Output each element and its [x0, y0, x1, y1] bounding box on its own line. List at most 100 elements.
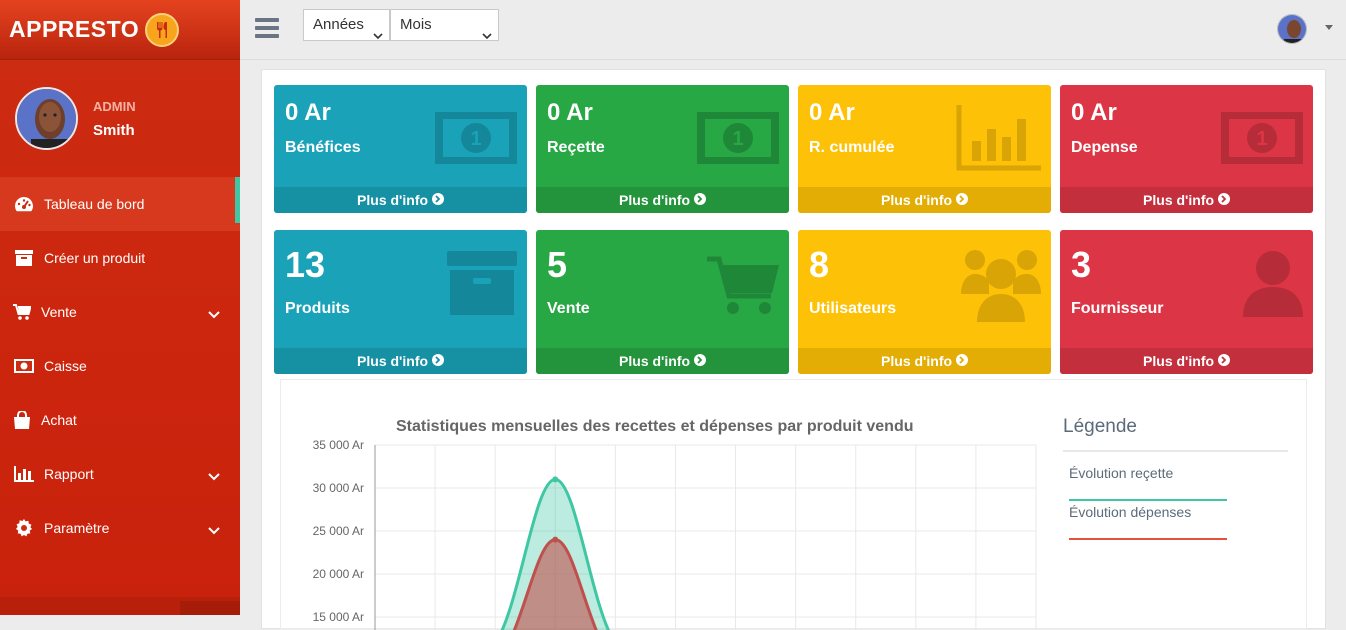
y-tick-label: 15 000 Ar [313, 610, 364, 624]
arrow-circle-right-icon [693, 193, 706, 205]
stat-value: 5 [547, 244, 568, 285]
stat-label: Reçette [547, 139, 605, 156]
chevron-down-icon [208, 468, 220, 484]
chevron-down-icon [482, 21, 492, 51]
series-point [552, 536, 559, 543]
stat-box-recette-cumulee: 0 Ar R. cumulée Plus d'info [798, 85, 1051, 213]
stat-label: Bénéfices [285, 139, 361, 156]
sidebar-collapse-button[interactable] [180, 601, 240, 615]
shopping-bag-icon [13, 411, 31, 429]
stat-box-depense: 0 Ar Depense 1 Plus d'info [1060, 85, 1313, 213]
sidebar-item-label: Caisse [44, 358, 87, 374]
user-menu-avatar[interactable] [1277, 14, 1307, 44]
stat-label: Produits [285, 300, 350, 317]
sidebar-item-parametre[interactable]: Paramètre [0, 501, 240, 555]
arrow-circle-right-icon [431, 354, 444, 366]
sidebar-item-label: Rapport [44, 466, 94, 482]
menu-toggle-icon[interactable] [255, 18, 279, 38]
chart-card: Statistiques mensuelles des recettes et … [280, 379, 1307, 630]
y-tick-label: 35 000 Ar [313, 438, 364, 452]
stat-label: R. cumulée [809, 139, 895, 156]
legend-divider [1063, 450, 1288, 452]
sidebar-item-vente[interactable]: Vente [0, 285, 240, 339]
user-icon [1243, 251, 1303, 322]
chevron-down-icon [373, 21, 383, 51]
more-info-link[interactable]: Plus d'info [274, 187, 527, 213]
money-bill-icon: 1 [697, 110, 779, 171]
sidebar-item-label: Créer un produit [44, 250, 146, 266]
stat-label: Vente [547, 300, 590, 317]
month-select-value: Mois [400, 16, 432, 33]
restaurant-logo-icon [145, 12, 180, 47]
svg-text:1: 1 [470, 128, 481, 150]
stat-value: 0 Ar [809, 99, 855, 126]
bar-chart-icon [956, 105, 1041, 176]
stat-value: 0 Ar [285, 99, 331, 126]
more-info-link[interactable]: Plus d'info [274, 348, 527, 374]
user-panel: ADMIN Smith [0, 60, 240, 177]
area-chart: 35 000 Ar 30 000 Ar 25 000 Ar 20 000 Ar 15 0… [313, 438, 1037, 630]
sidebar-item-rapport[interactable]: Rapport [0, 447, 240, 501]
sidebar-item-achat[interactable]: Achat [0, 393, 240, 447]
arrow-circle-right-icon [1217, 193, 1230, 205]
stat-label: Depense [1071, 139, 1138, 156]
year-select[interactable]: Années [303, 9, 390, 41]
svg-text:1: 1 [732, 128, 743, 150]
users-icon [961, 246, 1041, 327]
sidebar-nav: Tableau de bord Créer un produit Vente C… [0, 177, 240, 555]
y-tick-label: 30 000 Ar [313, 481, 364, 495]
brand-name: APPRESTO [9, 16, 140, 42]
archive-icon [13, 250, 35, 266]
series-point [552, 476, 559, 483]
money-bill-icon: 1 [1221, 110, 1303, 171]
stat-value: 13 [285, 244, 326, 285]
svg-text:1: 1 [1256, 128, 1267, 150]
user-name: Smith [93, 121, 135, 139]
legend-line-recette [1069, 499, 1227, 501]
chevron-down-icon [208, 306, 220, 322]
arrow-circle-right-icon [693, 354, 706, 366]
stat-box-recette: 0 Ar Reçette 1 Plus d'info [536, 85, 789, 213]
more-info-link[interactable]: Plus d'info [536, 348, 789, 374]
y-tick-label: 25 000 Ar [313, 524, 364, 538]
stat-box-vente: 5 Vente Plus d'info [536, 230, 789, 374]
legend-title: Légende [1063, 416, 1137, 437]
sidebar-item-label: Tableau de bord [44, 196, 145, 212]
more-info-link[interactable]: Plus d'info [798, 348, 1051, 374]
archive-icon [447, 251, 517, 320]
legend-item-depenses[interactable]: Évolution dépenses [1069, 504, 1191, 520]
cart-icon [13, 304, 31, 320]
month-select[interactable]: Mois [390, 9, 499, 41]
year-select-value: Années [313, 16, 364, 33]
stat-box-benefices: 0 Ar Bénéfices 1 Plus d'info [274, 85, 527, 213]
more-info-link[interactable]: Plus d'info [1060, 348, 1313, 374]
legend-item-recette[interactable]: Évolution reçette [1069, 465, 1173, 481]
arrow-circle-right-icon [955, 354, 968, 366]
more-info-link[interactable]: Plus d'info [798, 187, 1051, 213]
stat-box-produits: 13 Produits Plus d'info [274, 230, 527, 374]
arrow-circle-right-icon [955, 193, 968, 205]
stat-box-fournisseur: 3 Fournisseur Plus d'info [1060, 230, 1313, 374]
sidebar-item-label: Paramètre [44, 520, 110, 536]
more-info-link[interactable]: Plus d'info [536, 187, 789, 213]
stat-label: Fournisseur [1071, 300, 1164, 317]
dashboard-icon [13, 196, 35, 212]
stat-value: 0 Ar [1071, 99, 1117, 126]
sidebar-item-caisse[interactable]: Caisse [0, 339, 240, 393]
stat-label: Utilisateurs [809, 300, 897, 317]
sidebar: APPRESTO ADMIN Smith Tableau de bord Cré… [0, 0, 240, 615]
stat-value: 3 [1071, 244, 1092, 285]
brand[interactable]: APPRESTO [0, 0, 240, 60]
user-role: ADMIN [93, 98, 136, 114]
stat-value: 8 [809, 244, 830, 285]
legend-line-depenses [1069, 538, 1227, 540]
topbar: Années Mois [240, 0, 1346, 60]
avatar[interactable] [15, 87, 78, 150]
sidebar-item-dashboard[interactable]: Tableau de bord [0, 177, 240, 231]
more-info-link[interactable]: Plus d'info [1060, 187, 1313, 213]
user-menu-caret-icon[interactable] [1325, 25, 1333, 30]
chevron-down-icon [208, 522, 220, 538]
stat-value: 0 Ar [547, 99, 593, 126]
sidebar-item-create-product[interactable]: Créer un produit [0, 231, 240, 285]
arrow-circle-right-icon [1217, 354, 1230, 366]
